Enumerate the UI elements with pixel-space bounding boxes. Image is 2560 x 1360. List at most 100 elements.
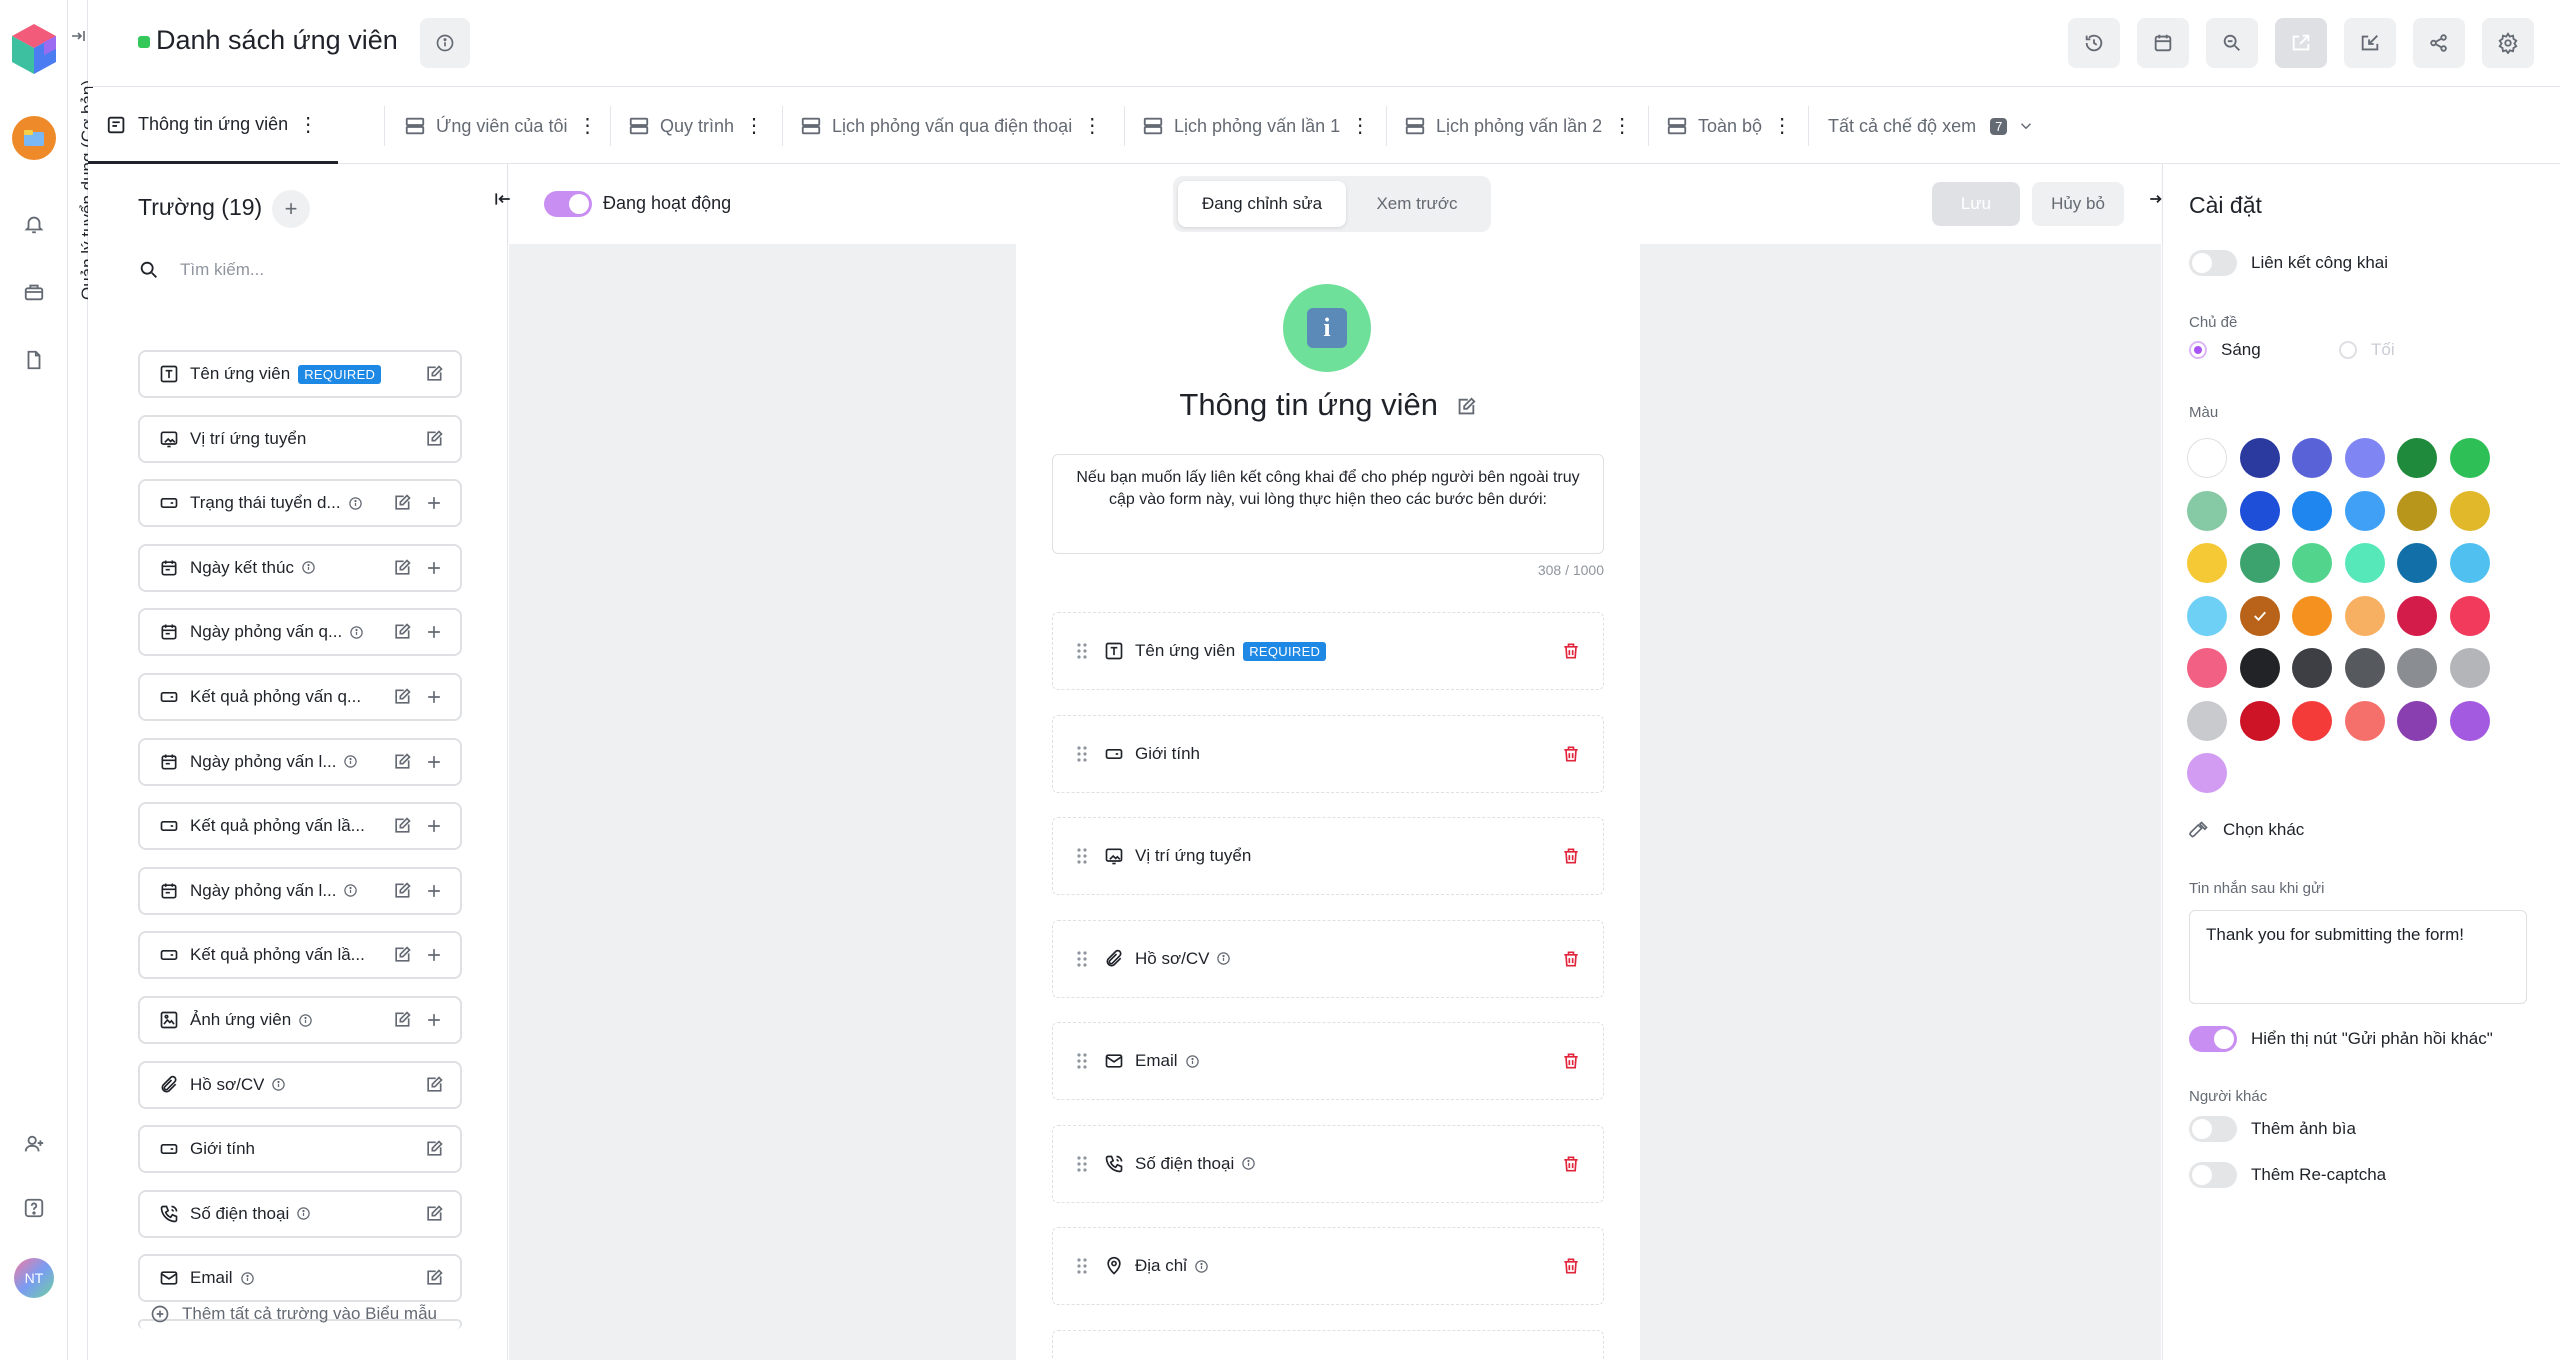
color-swatch[interactable] (2239, 438, 2280, 478)
field-item[interactable]: Ảnh ứng viên (138, 996, 462, 1044)
color-swatch[interactable] (2344, 648, 2385, 688)
plus-icon[interactable] (424, 493, 444, 513)
plus-icon[interactable] (424, 558, 444, 578)
tab-ung-vien-cua-toi[interactable]: Ứng viên của tôi ⋮ (404, 88, 597, 164)
color-swatch[interactable] (2239, 700, 2280, 741)
field-item[interactable]: Tên ứng viên REQUIRED (138, 350, 462, 398)
form-field[interactable]: Địa chỉ (1052, 1227, 1604, 1305)
settings-button[interactable] (2482, 18, 2534, 68)
field-item[interactable]: Kết quả phỏng vấn lầ... (138, 802, 462, 851)
field-item[interactable]: Số điện thoại (138, 1189, 462, 1238)
color-swatch[interactable] (2449, 490, 2490, 531)
color-swatch[interactable] (2397, 700, 2437, 741)
tab-lich-phong-van-lan-1[interactable]: Lịch phỏng vấn lần 1 ⋮ (1142, 88, 1370, 164)
drag-handle-icon[interactable] (1075, 1051, 1089, 1071)
form-title[interactable]: Thông tin ứng viên (1016, 387, 1640, 423)
thank-you-message-input[interactable]: Thank you for submitting the form! (2189, 910, 2527, 1004)
field-item[interactable]: Ngày phỏng vấn l... (138, 737, 462, 786)
form-field[interactable]: Email (1052, 1022, 1604, 1100)
field-item[interactable]: Email (138, 1254, 462, 1303)
color-swatch[interactable] (2449, 648, 2490, 688)
trash-icon[interactable] (1561, 1256, 1581, 1276)
edit-icon[interactable] (392, 687, 412, 707)
color-swatch[interactable] (2397, 438, 2437, 478)
color-swatch[interactable] (2292, 595, 2332, 636)
color-swatch[interactable] (2187, 753, 2227, 793)
cancel-button[interactable]: Hủy bỏ (2032, 182, 2124, 226)
form-field[interactable]: Hồ sơ/CV (1052, 919, 1604, 998)
color-swatch[interactable] (2344, 438, 2385, 478)
field-item[interactable]: Ngày phỏng vấn q... (138, 608, 462, 657)
color-swatch[interactable] (2449, 438, 2490, 478)
all-views-dropdown[interactable]: Tất cả chế độ xem 7 (1828, 88, 2035, 164)
color-swatch[interactable] (2397, 648, 2437, 688)
drag-handle-icon[interactable] (1075, 641, 1089, 661)
document-icon[interactable] (20, 346, 48, 374)
field-item[interactable]: Kết quả phỏng vấn lầ... (138, 931, 462, 980)
public-link-toggle[interactable] (2189, 250, 2237, 276)
color-swatch[interactable] (2397, 543, 2437, 583)
color-swatch[interactable] (2449, 543, 2490, 583)
save-button[interactable]: Lưu (1932, 182, 2020, 226)
tab-lich-phong-van-lan-2[interactable]: Lịch phỏng vấn lần 2 ⋮ (1404, 88, 1632, 164)
add-field-button[interactable]: + (272, 190, 310, 228)
history-button[interactable] (2068, 18, 2120, 68)
drag-handle-icon[interactable] (1075, 1154, 1089, 1174)
plus-icon[interactable] (424, 1010, 444, 1030)
active-toggle[interactable] (544, 191, 592, 217)
tab-menu-icon[interactable]: ⋮ (1350, 116, 1370, 136)
export-button[interactable] (2275, 18, 2327, 68)
plus-icon[interactable] (424, 752, 444, 772)
preview-mode-button[interactable]: Xem trước (1350, 181, 1484, 227)
edit-icon[interactable] (424, 1268, 444, 1288)
trash-icon[interactable] (1561, 1051, 1581, 1071)
trash-icon[interactable] (1561, 641, 1581, 661)
edit-icon[interactable] (392, 1010, 412, 1030)
briefcase-icon[interactable] (20, 278, 48, 306)
trash-icon[interactable] (1561, 1154, 1581, 1174)
form-icon[interactable]: i (1283, 284, 1371, 372)
color-swatch[interactable] (2187, 595, 2227, 636)
calendar-button[interactable] (2137, 18, 2189, 68)
tab-menu-icon[interactable]: ⋮ (744, 116, 764, 136)
plus-icon[interactable] (424, 945, 444, 965)
field-item[interactable]: Ngày phỏng vấn l... (138, 866, 462, 915)
color-swatch[interactable] (2292, 648, 2332, 688)
tab-menu-icon[interactable]: ⋮ (1082, 116, 1102, 136)
field-item[interactable]: Giới tính (138, 1125, 462, 1174)
choose-other-color[interactable]: Chọn khác (2189, 820, 2304, 840)
tab-menu-icon[interactable]: ⋮ (298, 115, 318, 135)
color-swatch[interactable] (2187, 700, 2227, 741)
plus-icon[interactable] (424, 687, 444, 707)
add-user-icon[interactable] (20, 1130, 48, 1158)
edit-icon[interactable] (392, 945, 412, 965)
color-swatch[interactable] (2239, 648, 2280, 688)
field-item[interactable]: Vị trí ứng tuyển (138, 414, 462, 463)
zoom-button[interactable] (2206, 18, 2258, 68)
bell-icon[interactable] (20, 210, 48, 238)
trash-icon[interactable] (1561, 949, 1581, 969)
collapse-left-icon[interactable] (494, 190, 512, 208)
workspace-avatar[interactable] (12, 116, 56, 160)
edit-icon[interactable] (392, 558, 412, 578)
tab-quy-trinh[interactable]: Quy trình ⋮ (628, 88, 764, 164)
color-swatch[interactable] (2344, 543, 2385, 583)
form-description[interactable]: Nếu bạn muốn lấy liên kết công khai để c… (1052, 454, 1604, 554)
edit-icon[interactable] (392, 816, 412, 836)
color-swatch[interactable] (2292, 438, 2332, 478)
trash-icon[interactable] (1561, 744, 1581, 764)
color-swatch[interactable] (2239, 543, 2280, 583)
tab-menu-icon[interactable]: ⋮ (577, 116, 597, 136)
color-swatch[interactable] (2344, 700, 2385, 741)
form-field[interactable]: Tên ứng viên REQUIRED (1052, 612, 1604, 690)
edit-icon[interactable] (424, 1204, 444, 1224)
edit-icon[interactable] (392, 881, 412, 901)
color-swatch[interactable] (2187, 648, 2227, 688)
recaptcha-toggle[interactable] (2189, 1162, 2237, 1188)
theme-light-option[interactable]: Sáng (2189, 340, 2261, 360)
drag-handle-icon[interactable] (1075, 846, 1089, 866)
color-swatch[interactable] (2239, 595, 2280, 636)
edit-icon[interactable] (392, 493, 412, 513)
edit-icon[interactable] (392, 752, 412, 772)
color-swatch[interactable] (2292, 490, 2332, 531)
